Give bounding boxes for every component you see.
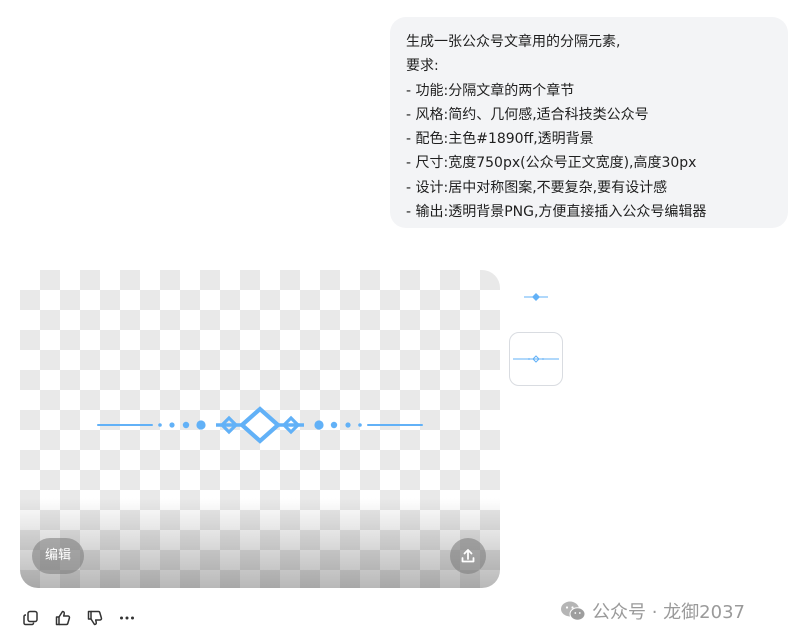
wechat-logo-icon — [561, 601, 586, 621]
message-line: - 风格:简约、几何感,适合科技类公众号 — [406, 106, 649, 123]
copy-icon — [23, 610, 38, 626]
image-bottom-shade — [20, 498, 500, 588]
message-line: - 功能:分隔文章的两个章节 — [406, 82, 575, 99]
share-upload-icon — [461, 549, 475, 563]
share-button[interactable] — [450, 538, 486, 574]
message-line: - 尺寸:宽度750px(公众号正文宽度),高度30px — [406, 155, 697, 172]
thumbnail-divider-graphic — [513, 355, 559, 363]
more-button[interactable] — [116, 607, 138, 629]
thumbs-up-icon — [55, 610, 71, 626]
watermark-text: 公众号 · 龙御2037 — [592, 602, 745, 623]
generated-image[interactable]: 编辑 — [20, 270, 500, 588]
dislike-button[interactable] — [84, 607, 106, 629]
divider-mini-preview — [524, 293, 548, 301]
thumbs-down-icon — [87, 610, 103, 626]
image-thumbnail[interactable] — [509, 332, 563, 386]
user-message-bubble: 生成一张公众号文章用的分隔元素, 要求: - 功能:分隔文章的两个章节 - 风格… — [390, 17, 788, 228]
message-line: - 配色:主色#1890ff,透明背景 — [406, 131, 594, 148]
chat-page: 生成一张公众号文章用的分隔元素, 要求: - 功能:分隔文章的两个章节 - 风格… — [0, 0, 807, 644]
message-line: - 设计:居中对称图案,不要复杂,要有设计感 — [406, 179, 668, 196]
message-line: 要求: — [406, 58, 439, 75]
like-button[interactable] — [52, 607, 74, 629]
watermark: 公众号 · 龙御2037 — [560, 598, 745, 624]
message-line: 生成一张公众号文章用的分隔元素, — [406, 34, 621, 50]
edit-button[interactable]: 编辑 — [32, 538, 84, 574]
more-icon — [120, 616, 134, 620]
message-line: - 输出:透明背景PNG,方便直接插入公众号编辑器 — [406, 204, 707, 221]
message-actions — [20, 606, 138, 630]
copy-button[interactable] — [20, 607, 42, 629]
